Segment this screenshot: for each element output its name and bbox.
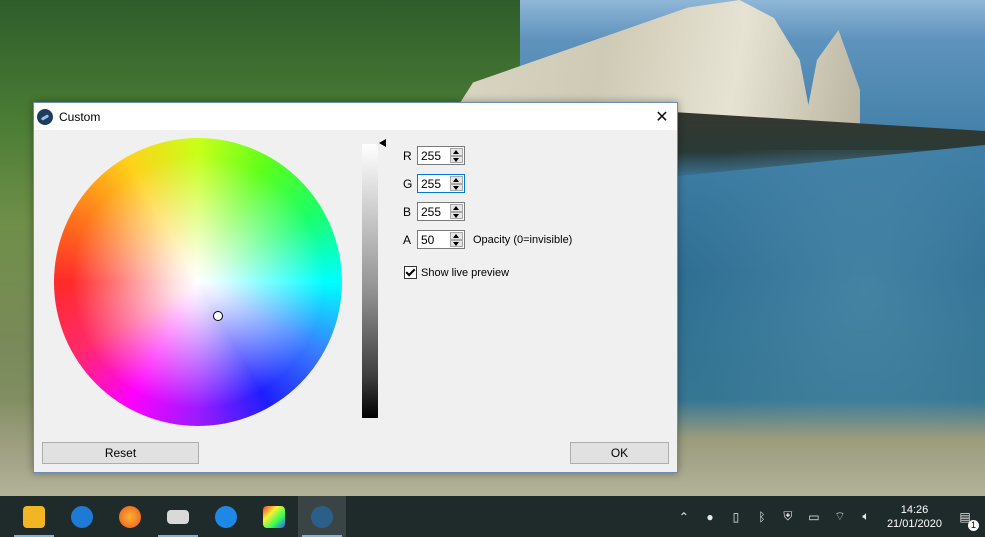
taskbar-firefox[interactable] xyxy=(106,496,154,537)
taskbar-s-app[interactable] xyxy=(202,496,250,537)
system-tray: ⌃ ● ▯ ᛒ ⛨ ▭ ⌔ 🔈︎ 14:26 21/01/2020 ▤ 1 xyxy=(671,496,985,537)
blue-down-arrow-icon[interactable] xyxy=(450,211,463,219)
title-bar[interactable]: Custom ✕ xyxy=(34,103,677,130)
color-picker-cursor[interactable] xyxy=(213,311,223,321)
clock-date: 21/01/2020 xyxy=(886,517,942,530)
taskbar-color-app[interactable] xyxy=(250,496,298,537)
alpha-down-arrow-icon[interactable] xyxy=(450,239,463,247)
close-icon: ✕ xyxy=(655,108,669,126)
taskbar-app-window[interactable] xyxy=(154,496,202,537)
clock-time: 14:26 xyxy=(900,503,929,516)
alpha-label: A xyxy=(403,232,412,247)
red-up-arrow-icon[interactable] xyxy=(450,148,463,156)
wifi-icon[interactable]: ⌔ xyxy=(832,509,848,525)
blue-row: B 255 xyxy=(403,202,465,221)
green-label: G xyxy=(403,176,413,191)
green-row: G 255 xyxy=(403,174,465,193)
green-up-arrow-icon[interactable] xyxy=(450,176,463,184)
security-shield-icon[interactable]: ⛨ xyxy=(780,509,796,525)
close-button[interactable]: ✕ xyxy=(647,103,677,130)
usb-icon[interactable]: ▯ xyxy=(728,509,744,525)
app-icon xyxy=(37,108,53,125)
s-app-icon xyxy=(215,505,237,528)
firefox-icon xyxy=(119,505,141,528)
file-explorer-icon xyxy=(23,505,45,528)
taskbar-edge[interactable] xyxy=(58,496,106,537)
dialog-title: Custom xyxy=(59,109,101,124)
notification-count: 1 xyxy=(968,519,979,531)
custom-color-dialog: Custom ✕ R 255 G 255 B 255 A 50 Opacity … xyxy=(33,102,678,473)
red-label: R xyxy=(403,148,412,163)
color-picker-tray-icon[interactable]: ● xyxy=(702,509,718,525)
edge-icon xyxy=(71,505,93,528)
reset-button[interactable]: Reset xyxy=(42,442,199,464)
red-spinbox[interactable]: 255 xyxy=(417,146,465,165)
clock[interactable]: 14:26 21/01/2020 xyxy=(887,503,942,531)
ok-button[interactable]: OK xyxy=(570,442,669,464)
color-picker-app-icon xyxy=(311,505,333,528)
red-row: R 255 xyxy=(403,146,465,165)
bluetooth-icon[interactable]: ᛒ xyxy=(754,509,770,525)
blue-up-arrow-icon[interactable] xyxy=(450,204,463,212)
blue-spinbox[interactable]: 255 xyxy=(417,202,465,221)
taskbar-color-picker-app[interactable] xyxy=(298,496,346,537)
opacity-note: Opacity (0=invisible) xyxy=(473,233,573,246)
battery-icon[interactable]: ▭ xyxy=(806,509,822,525)
chevron-up-icon[interactable]: ⌃ xyxy=(676,509,692,525)
live-preview-checkbox[interactable] xyxy=(404,266,417,279)
brightness-slider[interactable] xyxy=(362,144,378,418)
color-app-icon xyxy=(263,505,285,528)
volume-icon[interactable]: 🔈︎ xyxy=(858,509,874,525)
color-wheel[interactable] xyxy=(54,138,342,426)
alpha-spinbox[interactable]: 50 xyxy=(417,230,465,249)
green-value[interactable]: 255 xyxy=(418,177,441,191)
notification-icon[interactable]: ▤ 1 xyxy=(957,509,979,531)
taskbar-file-explorer[interactable] xyxy=(10,496,58,537)
live-preview-label: Show live preview xyxy=(421,266,510,279)
live-preview-option[interactable]: Show live preview xyxy=(404,266,509,279)
taskbar: ⌃ ● ▯ ᛒ ⛨ ▭ ⌔ 🔈︎ 14:26 21/01/2020 ▤ 1 xyxy=(0,496,985,537)
blue-label: B xyxy=(403,204,412,219)
green-down-arrow-icon[interactable] xyxy=(450,183,463,191)
red-value[interactable]: 255 xyxy=(418,149,441,163)
alpha-up-arrow-icon[interactable] xyxy=(450,232,463,240)
blue-value[interactable]: 255 xyxy=(418,205,441,219)
alpha-row: A 50 Opacity (0=invisible) xyxy=(403,230,572,249)
red-down-arrow-icon[interactable] xyxy=(450,155,463,163)
alpha-value[interactable]: 50 xyxy=(418,233,434,247)
desktop-background: Custom ✕ R 255 G 255 B 255 A 50 Opacity … xyxy=(0,0,985,496)
brightness-marker-icon[interactable] xyxy=(379,139,386,147)
green-spinbox[interactable]: 255 xyxy=(417,174,465,193)
app-window-icon xyxy=(167,509,189,524)
